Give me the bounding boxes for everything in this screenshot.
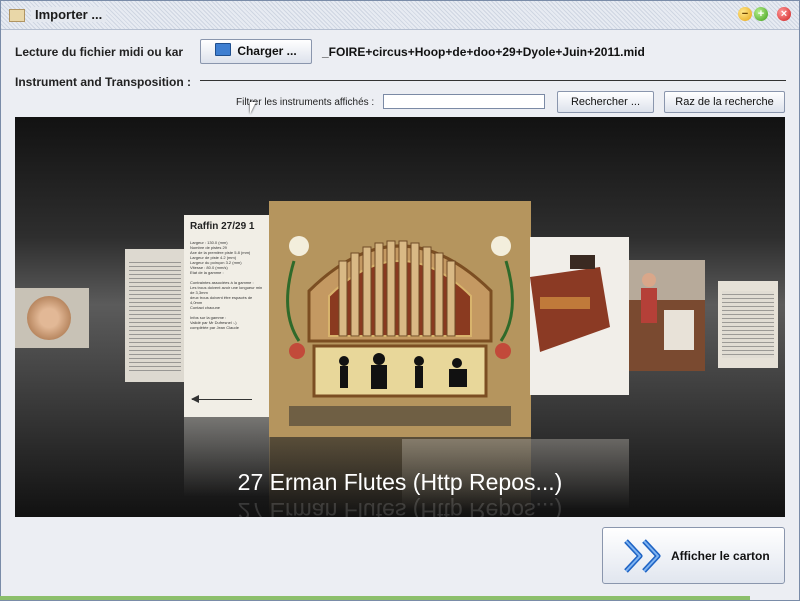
instrument-card-doc-2[interactable] xyxy=(718,281,778,368)
load-file-button[interactable]: Charger ... xyxy=(200,39,312,64)
search-button[interactable]: Rechercher ... xyxy=(557,91,654,113)
mouse-cursor-icon xyxy=(250,102,256,114)
show-carton-label: Afficher le carton xyxy=(671,549,770,563)
show-carton-button[interactable]: Afficher le carton xyxy=(602,527,785,584)
raffin-card-title: Raffin 27/29 1 xyxy=(190,221,255,232)
importer-window: Importer ... − + × Lecture du fichier mi… xyxy=(0,0,800,601)
folder-icon xyxy=(215,43,232,56)
close-icon[interactable]: × xyxy=(777,7,791,21)
reset-search-button[interactable]: Raz de la recherche xyxy=(664,91,785,113)
section-separator xyxy=(200,80,786,81)
app-icon xyxy=(9,9,25,22)
status-strip xyxy=(0,596,750,600)
street-organ-image xyxy=(269,201,531,437)
instrument-coverflow[interactable]: Raffin 27/29 1 Largeur : 130.0 (mm) Nomb… xyxy=(15,117,785,517)
caption-reflection: 27 Erman Flutes (Http Repos...) xyxy=(237,498,563,517)
maximize-icon[interactable]: + xyxy=(754,7,768,21)
midi-filename: _FOIRE+circus+Hoop+de+doo+29+Dyole+Juin+… xyxy=(322,45,645,59)
load-file-button-label: Charger ... xyxy=(237,44,297,58)
file-label: Lecture du fichier midi ou kar xyxy=(15,45,184,59)
doc-2-text-lines xyxy=(722,291,774,358)
organ-photo-1 xyxy=(530,237,629,395)
doc-text-lines xyxy=(129,259,181,372)
instrument-card-doc[interactable] xyxy=(125,249,185,382)
seal-image xyxy=(27,296,71,340)
instrument-card-photo-1[interactable] xyxy=(530,237,629,395)
window-title: Importer ... xyxy=(31,7,107,22)
filter-label: Filtrer les instruments affichés : xyxy=(236,97,375,108)
minimize-icon[interactable]: − xyxy=(738,7,752,21)
double-chevron-right-icon xyxy=(624,539,661,573)
organ-photo-2 xyxy=(629,260,705,371)
selected-instrument-caption: 27 Erman Flutes (Http Repos...) xyxy=(237,469,563,495)
instrument-card-photo-2[interactable] xyxy=(629,260,705,371)
section-title: Instrument and Transposition : xyxy=(15,75,192,89)
instrument-card-selected[interactable] xyxy=(269,201,531,437)
instrument-card-raffin[interactable]: Raffin 27/29 1 Largeur : 130.0 (mm) Nomb… xyxy=(184,215,270,417)
back-arrow-icon xyxy=(191,395,252,403)
title-bar[interactable]: Importer ... − + × xyxy=(1,1,799,30)
instrument-card-seal[interactable] xyxy=(15,288,89,348)
raffin-card-text: Largeur : 130.0 (mm) Nombre de pistes 29… xyxy=(190,240,263,330)
filter-input[interactable] xyxy=(383,94,545,109)
